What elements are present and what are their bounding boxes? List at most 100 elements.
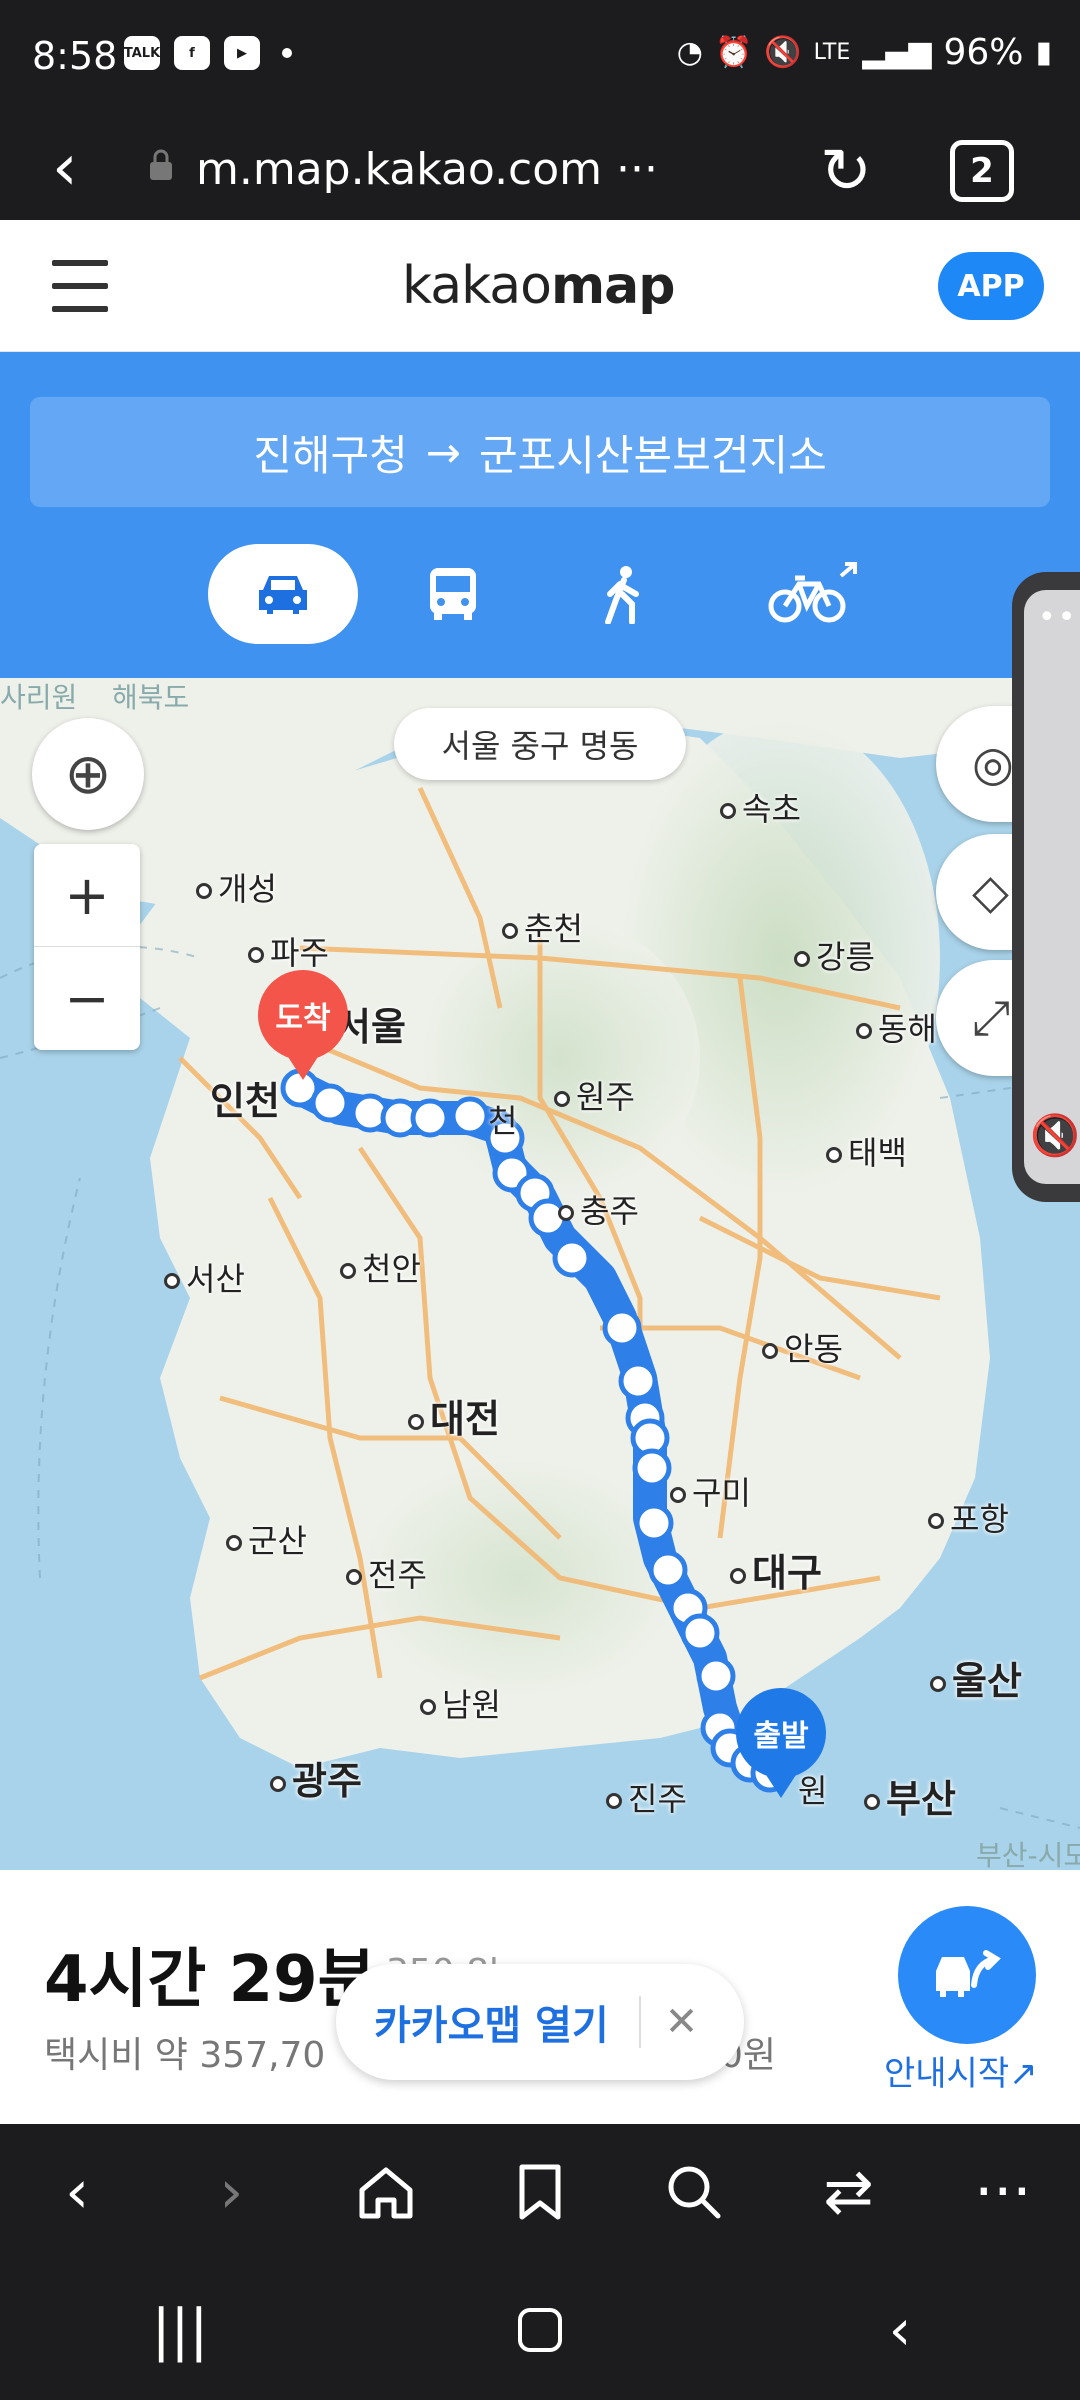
open-kakaomap-button[interactable]: 카카오맵 열기 xyxy=(374,1993,609,2051)
city-chungju: 충주 xyxy=(558,1186,639,1232)
city-seosan: 서산 xyxy=(164,1254,245,1300)
forward-button[interactable]: › xyxy=(154,2124,308,2260)
more-notifications-dot xyxy=(282,48,292,58)
status-right: ◔ ⏰ 🔇 LTE ▂▄▆ 96% ▮ xyxy=(677,32,1052,73)
recent-apps-button[interactable]: ||| xyxy=(0,2260,360,2400)
layers-icon: ◇ xyxy=(972,864,1009,920)
share-icon: ⇄ xyxy=(823,2157,874,2227)
city-sokcho: 속초 xyxy=(720,784,801,830)
back-chevron-icon: ‹ xyxy=(888,2297,912,2363)
tab-walk[interactable] xyxy=(548,544,698,644)
city-daejeon: 대전 xyxy=(408,1388,500,1443)
city-namwon: 남원 xyxy=(420,1680,501,1726)
start-navigation-button[interactable] xyxy=(898,1906,1036,2044)
browser-toolbar: ‹ › ⇄ ··· xyxy=(0,2124,1080,2260)
zoom-in-button[interactable]: + xyxy=(34,844,140,947)
battery-icon: ▮ xyxy=(1035,35,1052,70)
city-jeonju: 전주 xyxy=(346,1550,427,1596)
chevron-right-icon: › xyxy=(219,2157,244,2227)
expand-icon: ⤢ xyxy=(972,989,1011,1046)
recents-icon: ||| xyxy=(151,2297,209,2363)
destination-pin[interactable]: 도착 xyxy=(258,970,348,1080)
home-icon xyxy=(359,2167,413,2219)
route-arrow: → xyxy=(425,427,461,477)
kakaotalk-icon: TALK xyxy=(124,36,160,70)
city-gwangju: 광주 xyxy=(270,1750,362,1805)
youtube-icon: ▶ xyxy=(224,36,260,70)
kakaomap-logo[interactable]: kakaomap xyxy=(402,256,675,316)
system-back-button[interactable]: ‹ xyxy=(720,2260,1080,2400)
lock-icon xyxy=(150,149,172,180)
city-andong: 안동 xyxy=(762,1324,843,1370)
tab-count-button[interactable]: 2 xyxy=(950,140,1014,202)
current-location-button[interactable]: ⊕ xyxy=(32,718,144,830)
map-background xyxy=(0,678,1080,1829)
route-destination: 군포시산본보건지소 xyxy=(479,430,827,480)
back-button[interactable]: ‹ xyxy=(0,2124,154,2260)
alarm-icon: ⏰ xyxy=(714,35,753,70)
menu-icon[interactable] xyxy=(52,260,108,312)
tab-car[interactable] xyxy=(208,544,358,644)
chevron-left-icon: ‹ xyxy=(65,2157,90,2227)
url-text[interactable]: m.map.kakao.com ··· xyxy=(196,144,658,195)
route-summary-card: 4시간 29분 350.8km 택시비 약 357,70 0원 카카오맵 열기 … xyxy=(0,1870,1080,2124)
route-summary-box[interactable]: 진해구청 → 군포시산본보건지소 xyxy=(30,397,1050,507)
status-time: 8:58 xyxy=(32,34,118,78)
reload-icon[interactable]: ↻ xyxy=(820,134,872,207)
zoom-out-button[interactable]: − xyxy=(34,947,140,1050)
city-pohang: 포항 xyxy=(928,1494,1009,1540)
taxi-fare: 택시비 약 357,70 xyxy=(44,2035,326,2076)
bus-icon xyxy=(430,568,476,620)
map-label-sariwon: 사리원 xyxy=(0,681,78,714)
home-system-button[interactable] xyxy=(360,2260,720,2400)
map-label-busan-shimo: 부산-시모 xyxy=(976,1839,1080,1870)
city-kaesong: 개성 xyxy=(196,864,277,910)
search-icon xyxy=(668,2166,721,2219)
city-jecheon: 천 xyxy=(488,1102,518,1140)
city-daegu: 대구 xyxy=(730,1542,822,1597)
search-button[interactable] xyxy=(617,2124,771,2260)
browser-url-bar: ‹ m.map.kakao.com ··· ↻ 2 xyxy=(0,118,1080,220)
signal-icon: ▂▄▆ xyxy=(862,35,932,70)
car-icon xyxy=(259,576,307,614)
city-gangneung: 강릉 xyxy=(794,932,875,978)
battery-percent: 96% xyxy=(943,32,1024,73)
bike-icon xyxy=(768,562,857,623)
network-type: LTE xyxy=(813,40,851,65)
city-donghae: 동해 xyxy=(856,1004,937,1050)
city-busan: 부산 xyxy=(864,1768,956,1823)
home-square-icon xyxy=(518,2308,562,2352)
origin-pin[interactable]: 출발 xyxy=(736,1688,826,1798)
travel-duration: 4시간 29분 xyxy=(44,1943,377,2017)
transport-mode-tabs xyxy=(208,544,928,644)
app-button[interactable]: APP xyxy=(938,252,1044,320)
tab-bus[interactable] xyxy=(378,544,528,644)
map-address-chip[interactable]: 서울 중구 명동 xyxy=(394,708,686,780)
bookmark-icon xyxy=(519,2164,561,2220)
city-wonju: 원주 xyxy=(554,1072,635,1118)
city-gunsan: 군산 xyxy=(226,1516,307,1562)
tab-bike[interactable] xyxy=(728,544,898,644)
city-jinju: 진주 xyxy=(606,1774,687,1820)
car-navigate-icon xyxy=(936,1950,1001,1997)
mute-icon: 🔇 xyxy=(764,35,802,70)
status-bar: 8:58 TALK f ▶ ◔ ⏰ 🔇 LTE ▂▄▆ 96% ▮ xyxy=(0,0,1080,118)
start-navigation-label[interactable]: 안내시작↗ xyxy=(884,2046,1038,2095)
zoom-control: + − xyxy=(34,844,140,1050)
map-canvas[interactable]: 사리원 해북도 부산-시모 개성 파주 서울 인천 춘천 속초 강릉 동해 원주… xyxy=(0,678,1080,1870)
home-button[interactable] xyxy=(309,2124,463,2260)
facebook-icon: f xyxy=(174,36,210,70)
close-banner-icon[interactable]: ✕ xyxy=(665,1999,699,2045)
bookmark-button[interactable] xyxy=(463,2124,617,2260)
system-nav-bar: ||| ‹ xyxy=(0,2260,1080,2400)
roadview-icon: ◎ xyxy=(972,736,1014,792)
video-mute-icon[interactable]: 🔇 xyxy=(1030,1112,1080,1159)
more-menu-button[interactable]: ··· xyxy=(926,2124,1080,2260)
open-kakaomap-banner: 카카오맵 열기 ✕ xyxy=(336,1964,744,2080)
edge-panel-handle[interactable]: •• 🔇 xyxy=(1012,572,1080,1202)
browser-back-icon[interactable]: ‹ xyxy=(52,136,78,200)
walk-icon xyxy=(605,566,639,624)
map-label-haebukdo: 해북도 xyxy=(112,681,190,714)
data-saver-icon: ◔ xyxy=(676,35,703,70)
share-button[interactable]: ⇄ xyxy=(771,2124,925,2260)
